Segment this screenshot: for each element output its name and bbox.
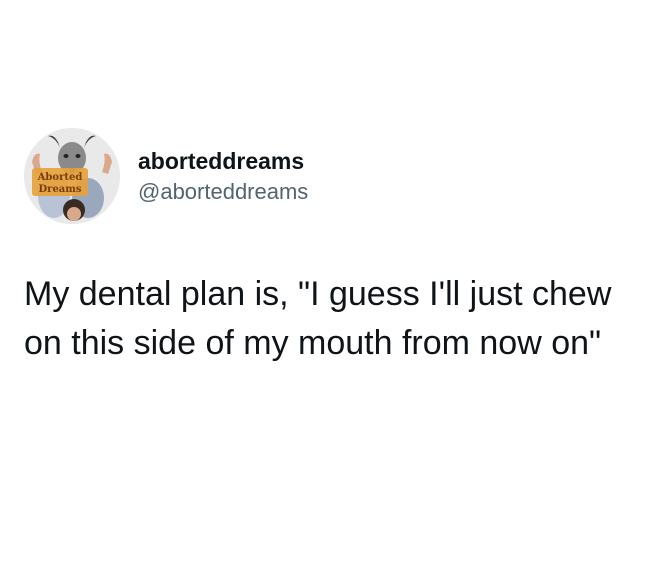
author-names: aborteddreams @aborteddreams: [138, 147, 308, 206]
avatar-image: Aborted Dreams: [24, 128, 120, 224]
tweet-text: My dental plan is, "I guess I'll just ch…: [24, 275, 612, 362]
user-handle[interactable]: @aborteddreams: [138, 178, 308, 206]
avatar[interactable]: Aborted Dreams: [24, 128, 120, 224]
tweet-header: Aborted Dreams aborteddreams @aborteddre…: [24, 128, 308, 224]
tweet-card: Aborted Dreams aborteddreams @aborteddre…: [0, 0, 661, 580]
display-name[interactable]: aborteddreams: [138, 147, 308, 175]
logo-line-2: Dreams: [39, 184, 82, 195]
logo-line-1: Aborted: [37, 172, 83, 183]
aborted-dreams-logo: Aborted Dreams: [32, 168, 88, 196]
